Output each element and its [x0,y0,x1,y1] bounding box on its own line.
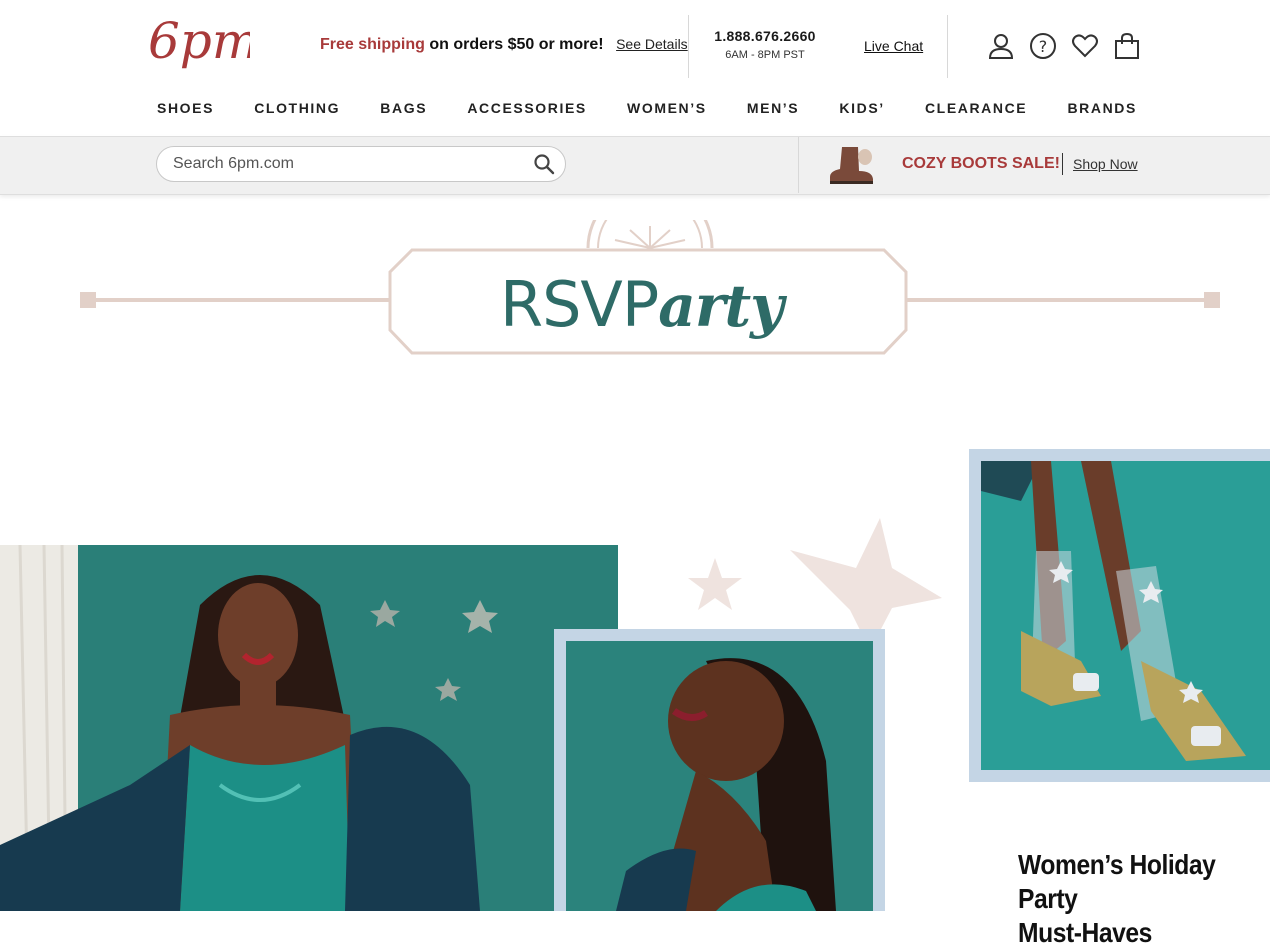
see-details-link[interactable]: See Details [616,36,688,52]
logo-text: 6pm [148,14,250,70]
caption-line-2: Must-Haves [1018,917,1152,948]
laughing-model-photo[interactable] [566,641,873,911]
rsvparty-title: RSVParty [500,268,784,341]
phone-hours: 6AM - 8PM PST [725,49,805,61]
sale-separator [1062,153,1063,175]
nav-item-bags[interactable]: BAGS [380,100,427,116]
header-divider [688,15,689,78]
phone-contact: 1.888.676.2660 6AM - 8PM PST [690,28,840,61]
header-divider [947,15,948,78]
account-icon[interactable] [987,32,1015,60]
nav-item-mens[interactable]: MEN’S [747,100,799,116]
shopping-bag-icon[interactable] [1113,32,1141,60]
nav-item-brands[interactable]: BRANDS [1067,100,1137,116]
search-input[interactable] [171,154,515,174]
rsvp-title-plain: RSVP [500,268,659,341]
nav-item-shoes[interactable]: SHOES [157,100,214,116]
boot-image[interactable] [826,143,876,185]
free-shipping-promo: Free shipping on orders $50 or more! See… [320,36,688,54]
promo-highlight: Free shipping [320,36,425,53]
svg-text:?: ? [1039,37,1048,56]
nav-item-clearance[interactable]: CLEARANCE [925,100,1027,116]
rsvp-title-italic: arty [658,272,784,340]
cozy-boots-sale-title[interactable]: COZY BOOTS SALE! [902,155,1060,173]
model-in-green-dress-photo[interactable] [0,545,618,911]
nav-item-womens[interactable]: WOMEN’S [627,100,707,116]
phone-number[interactable]: 1.888.676.2660 [690,28,840,44]
search-bar-divider [798,137,799,193]
caption-line-1: Women’s Holiday Party [1018,849,1216,914]
6pm-logo[interactable]: 6pm [148,14,250,80]
holiday-party-caption[interactable]: Women’s Holiday Party Must-Haves [1018,848,1240,950]
promo-text: on orders $50 or more! [429,36,604,53]
favorites-heart-icon[interactable] [1071,32,1099,60]
search-icon[interactable] [533,153,555,175]
nav-item-kids[interactable]: KIDS’ [839,100,884,116]
shop-now-link[interactable]: Shop Now [1073,156,1138,172]
sparkly-heels-photo[interactable] [981,461,1270,770]
help-icon[interactable]: ? [1029,32,1057,60]
main-nav: SHOES CLOTHING BAGS ACCESSORIES WOMEN’S … [132,100,1162,116]
live-chat-link[interactable]: Live Chat [864,38,923,54]
nav-item-accessories[interactable]: ACCESSORIES [467,100,587,116]
nav-item-clothing[interactable]: CLOTHING [254,100,340,116]
search-box [156,146,566,182]
